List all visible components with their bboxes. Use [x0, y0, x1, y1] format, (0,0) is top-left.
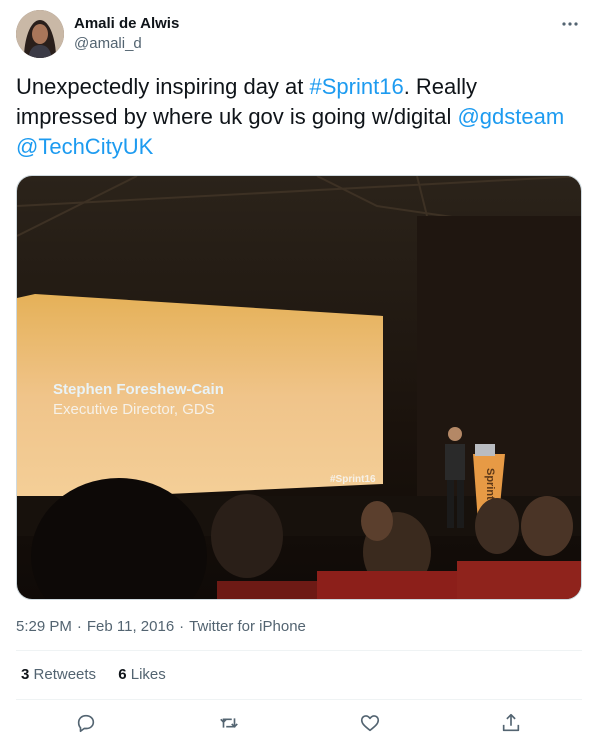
share-button[interactable] [491, 703, 531, 743]
avatar[interactable] [16, 10, 64, 58]
tweet-actions [16, 703, 582, 743]
retweets-count: 3 [21, 666, 30, 683]
mention-link-gdsteam[interactable]: @gdsteam [457, 104, 564, 129]
lectern-label: Sprint [484, 468, 496, 500]
slide-speaker-title: Executive Director, GDS [53, 401, 215, 418]
tweet-text-prefix: Unexpectedly inspiring day at [16, 74, 310, 99]
reply-button[interactable] [66, 703, 106, 743]
tweet-date[interactable]: Feb 11, 2016 [87, 618, 174, 635]
reply-icon [77, 714, 95, 733]
heart-icon [360, 715, 380, 732]
tweet-text: Unexpectedly inspiring day at #Sprint16.… [16, 72, 582, 162]
mention-link-techcityuk[interactable]: @TechCityUK [16, 134, 153, 159]
like-button[interactable] [350, 703, 390, 743]
divider-2 [16, 699, 582, 700]
tweet-source[interactable]: Twitter for iPhone [189, 618, 306, 635]
retweets-stat[interactable]: 3 Retweets [21, 666, 96, 683]
likes-stat[interactable]: 6 Likes [118, 666, 166, 683]
more-horizontal-icon[interactable] [560, 14, 580, 34]
tweet-stats: 3 Retweets 6 Likes [21, 665, 184, 685]
tweet-photo[interactable]: Stephen Foreshew-Cain Executive Director… [16, 175, 582, 600]
author-handle[interactable]: @amali_d [74, 34, 179, 54]
retweet-icon [220, 718, 238, 728]
tweet-header: Amali de Alwis @amali_d [16, 10, 582, 62]
likes-label: Likes [130, 666, 166, 683]
slide-speaker-name: Stephen Foreshew-Cain [53, 381, 224, 398]
share-icon [502, 713, 520, 732]
tweet-meta: 5:29 PM · Feb 11, 2016 · Twitter for iPhone [16, 617, 306, 637]
hashtag-link[interactable]: #Sprint16 [310, 74, 404, 99]
retweets-label: Retweets [33, 666, 97, 683]
meta-separator: · [76, 618, 82, 635]
retweet-button[interactable] [209, 703, 249, 743]
likes-count: 6 [118, 666, 127, 683]
author-display-name[interactable]: Amali de Alwis [74, 14, 179, 34]
author-names: Amali de Alwis @amali_d [74, 14, 179, 54]
slide-hashtag: #Sprint16 [330, 474, 376, 485]
meta-separator-2: · [179, 618, 185, 635]
divider [16, 650, 582, 651]
tweet-time[interactable]: 5:29 PM [16, 618, 72, 635]
